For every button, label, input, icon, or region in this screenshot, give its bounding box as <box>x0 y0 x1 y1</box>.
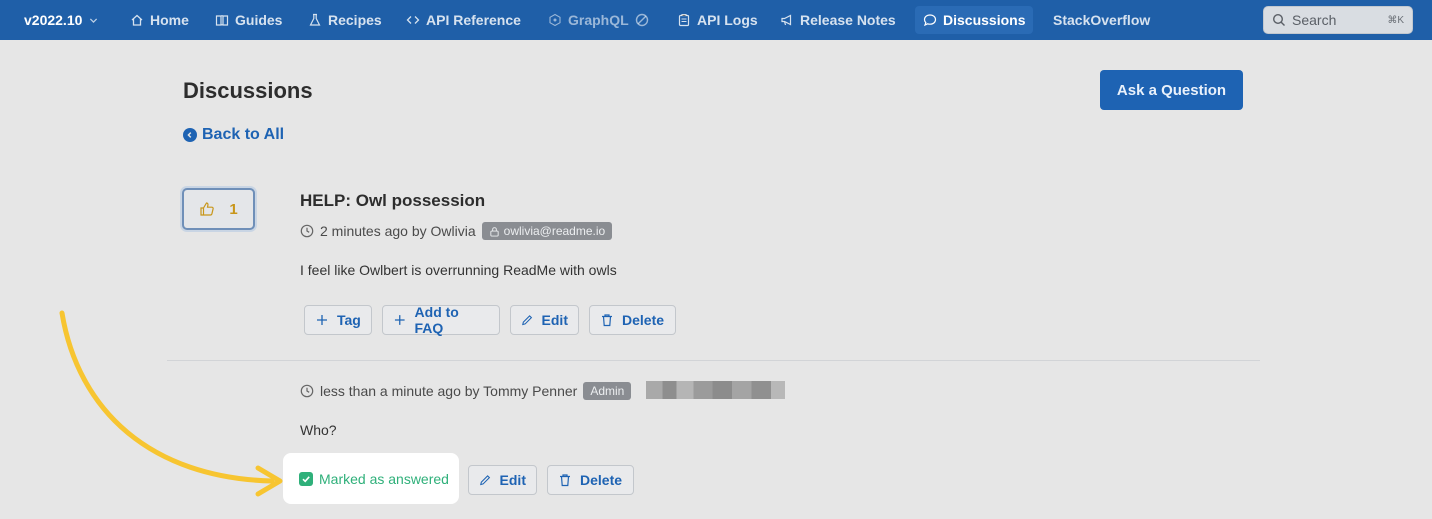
vote-count: 1 <box>229 200 238 218</box>
answer-body: Who? <box>300 422 337 438</box>
search-placeholder: Search <box>1292 12 1337 28</box>
nav-item-release-notes[interactable]: Release Notes <box>772 6 904 34</box>
back-link-label: Back to All <box>202 126 285 143</box>
search-icon <box>1272 13 1285 26</box>
edit-answer-button[interactable]: Edit <box>468 465 537 495</box>
nav-label-stackoverflow: StackOverflow <box>1053 12 1151 28</box>
edit-question-label: Edit <box>541 312 568 328</box>
delete-answer-label: Delete <box>580 472 623 488</box>
marked-as-answered-label: Marked as answered <box>319 470 449 487</box>
nav-label-api-logs: API Logs <box>697 12 758 28</box>
checkbox-checked-icon <box>299 471 313 486</box>
delete-question-label: Delete <box>622 312 665 328</box>
chevron-down-icon <box>90 17 98 23</box>
clock-icon <box>300 224 314 238</box>
nav-label-discussions: Discussions <box>943 12 1026 28</box>
lock-icon <box>490 226 499 237</box>
clock-icon <box>300 384 314 398</box>
megaphone-icon <box>781 14 792 26</box>
nav-label-release-notes: Release Notes <box>800 12 896 28</box>
email-badge: owlivia@readme.io <box>481 222 613 240</box>
add-to-faq-label: Add to FAQ <box>414 304 459 336</box>
edit-answer-label: Edit <box>499 472 526 488</box>
plus-icon <box>394 315 405 325</box>
nav-label-api-reference: API Reference <box>426 12 521 28</box>
nav-label-guides: Guides <box>235 12 283 28</box>
question-body: I feel like Owlbert is overrunning ReadM… <box>300 262 617 278</box>
ask-question-button[interactable]: Ask a Question <box>1100 70 1243 110</box>
delete-question-button[interactable]: Delete <box>589 305 676 335</box>
book-icon <box>215 15 229 26</box>
answer-meta: less than a minute ago by Tommy Penner A… <box>300 382 632 400</box>
nav-item-discussions[interactable]: Discussions <box>915 6 1034 34</box>
question-title: HELP: Owl possession <box>300 191 486 210</box>
search-shortcut: ⌘K <box>1387 14 1404 26</box>
nav-item-api-logs[interactable]: API Logs <box>669 6 766 34</box>
tag-button-label: Tag <box>337 312 361 328</box>
nav-item-graphql[interactable]: GraphQL <box>540 6 657 34</box>
pencil-icon <box>522 315 533 326</box>
admin-badge: Admin <box>583 382 632 400</box>
nav-item-guides[interactable]: Guides <box>207 6 290 34</box>
redacted-email <box>646 381 785 399</box>
code-icon <box>406 16 420 24</box>
email-badge-text: owlivia@readme.io <box>503 224 606 238</box>
trash-icon <box>602 314 612 327</box>
nav-label-recipes: Recipes <box>328 12 382 28</box>
search-input[interactable]: Search ⌘K <box>1263 6 1413 34</box>
tag-button[interactable]: Tag <box>304 305 372 335</box>
disabled-icon <box>635 13 648 27</box>
chevron-left-circle-icon <box>183 128 197 142</box>
plus-icon <box>317 315 327 325</box>
add-to-faq-button[interactable]: Add to FAQ <box>382 304 500 336</box>
page-title: Discussions <box>183 78 313 103</box>
nav-item-api-reference[interactable]: API Reference <box>398 6 529 34</box>
flask-icon <box>309 13 321 26</box>
home-icon <box>131 14 143 26</box>
question-timestamp: 2 minutes ago by Owlivia <box>320 223 476 239</box>
nav-label-home: Home <box>150 12 189 28</box>
nav-item-home[interactable]: Home <box>122 6 197 34</box>
graphql-icon <box>549 13 561 27</box>
divider <box>167 360 1260 361</box>
clipboard-icon <box>678 13 690 27</box>
upvote-button[interactable]: 1 <box>182 188 255 230</box>
pencil-icon <box>480 475 491 486</box>
question-meta: 2 minutes ago by Owlivia owlivia@readme.… <box>300 222 613 240</box>
version-selector[interactable]: v2022.10 <box>16 6 107 34</box>
nav-item-stackoverflow[interactable]: StackOverflow <box>1045 6 1158 34</box>
nav-item-recipes[interactable]: Recipes <box>300 6 390 34</box>
marked-as-answered-toggle[interactable]: Marked as answered <box>283 453 459 504</box>
version-label: v2022.10 <box>24 12 83 28</box>
top-nav: v2022.10 Home Guides Recipes API Referen… <box>0 0 1432 40</box>
chat-icon <box>923 14 937 27</box>
trash-icon <box>560 474 570 487</box>
thumbs-up-icon <box>200 202 215 216</box>
answer-timestamp: less than a minute ago by Tommy Penner <box>320 383 578 399</box>
nav-label-graphql: GraphQL <box>568 12 629 28</box>
back-to-all-link[interactable]: Back to All <box>183 126 284 144</box>
delete-answer-button[interactable]: Delete <box>547 465 634 495</box>
edit-question-button[interactable]: Edit <box>510 305 579 335</box>
